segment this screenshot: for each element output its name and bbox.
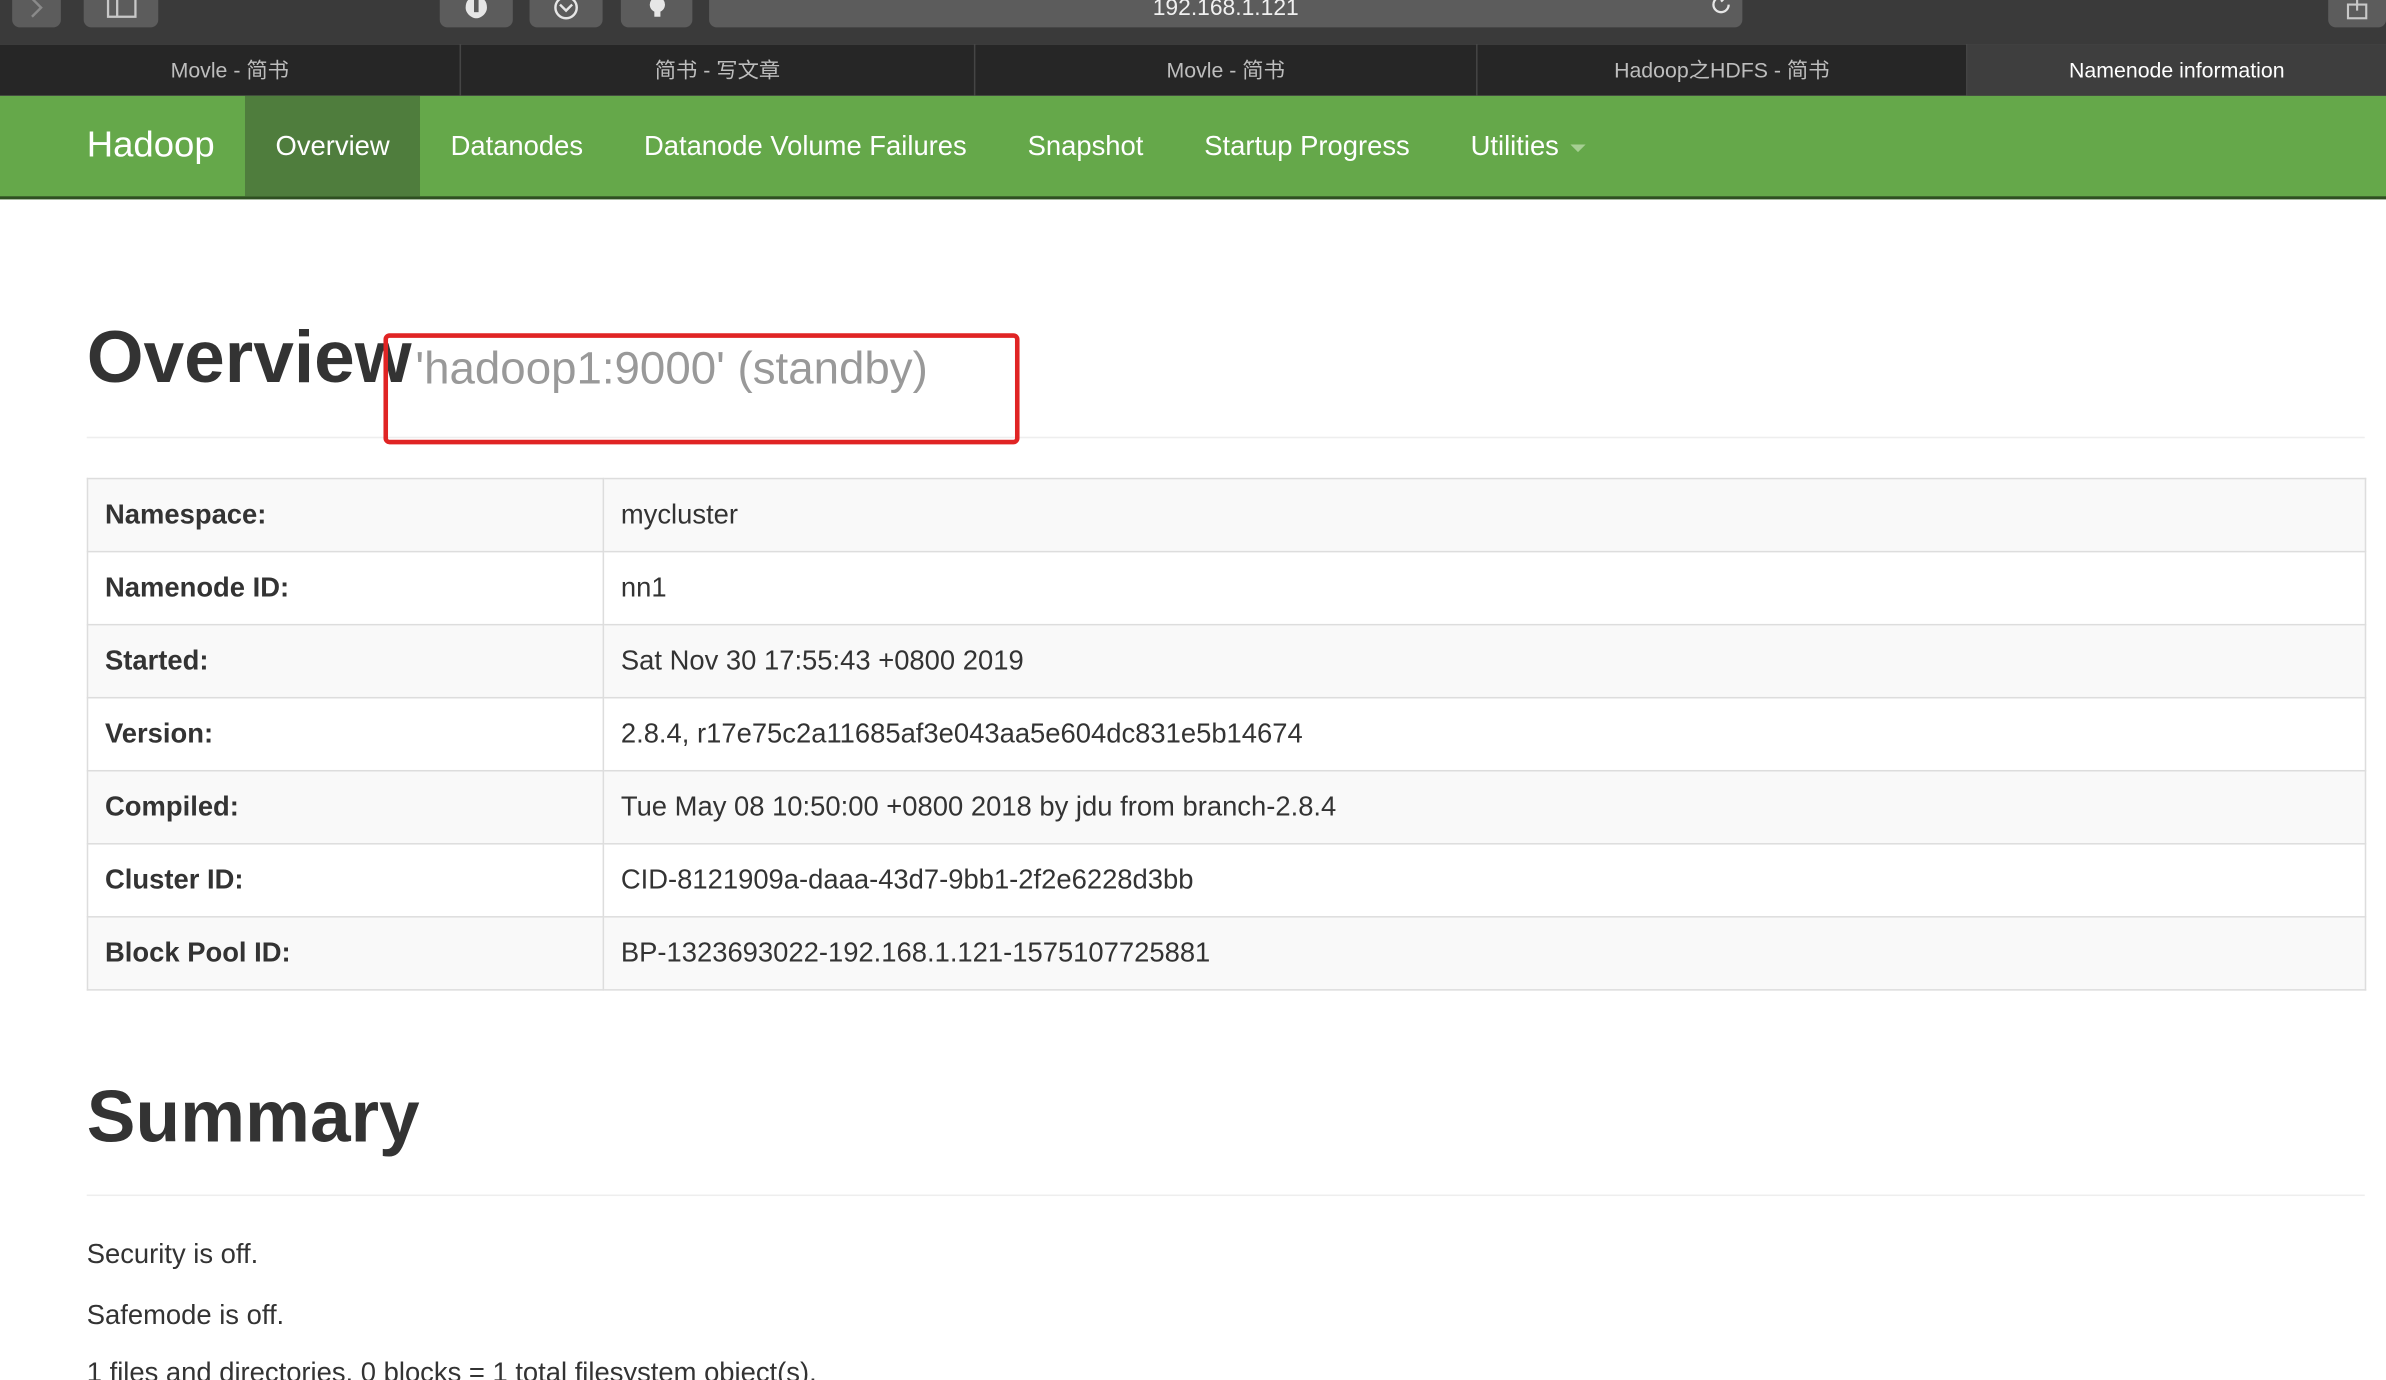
- tab-label: 简书 - 写文章: [654, 57, 781, 83]
- browser-tab-active[interactable]: Namenode information: [1967, 44, 2386, 96]
- row-key: Block Pool ID:: [86, 916, 605, 991]
- sidebar-icon: [106, 0, 136, 18]
- browser-tab[interactable]: 简书 - 写文章: [461, 44, 976, 96]
- table-row: Started: Sat Nov 30 17:55:43 +0800 2019: [86, 623, 2367, 699]
- filesystem-objects-summary: 1 files and directories, 0 blocks = 1 to…: [86, 1357, 817, 1380]
- share-button[interactable]: [2328, 0, 2386, 28]
- lightbulb-button[interactable]: [620, 0, 693, 28]
- browser-toolbar: 192.168.1.121: [0, 0, 2386, 45]
- overview-header: Overview 'hadoop1:9000' (standby): [86, 199, 2365, 445]
- security-status: Security is off.: [86, 1238, 259, 1270]
- row-value: Tue May 08 10:50:00 +0800 2018 by jdu fr…: [602, 769, 2367, 845]
- table-row: Namespace: mycluster: [86, 477, 2367, 553]
- lightbulb-icon: [649, 0, 665, 17]
- row-value: BP-1323693022-192.168.1.121-157510772588…: [602, 916, 2367, 991]
- shield-icon: [465, 0, 487, 19]
- browser-tab[interactable]: Movle - 简书: [0, 44, 462, 96]
- pocket-icon: [554, 0, 578, 20]
- row-value: CID-8121909a-daaa-43d7-9bb1-2f2e6228d3bb: [602, 843, 2367, 918]
- browser-tabs: Movle - 简书 简书 - 写文章 Movle - 简书 Hadoop之HD…: [0, 44, 2386, 96]
- tab-label: Namenode information: [2069, 57, 2285, 83]
- row-value: Sat Nov 30 17:55:43 +0800 2019: [602, 623, 2367, 699]
- forward-button[interactable]: [12, 0, 61, 28]
- nav-datanode-volume-failures[interactable]: Datanode Volume Failures: [614, 96, 998, 196]
- browser-tab[interactable]: Movle - 简书: [975, 44, 1478, 96]
- row-value: 2.8.4, r17e75c2a11685af3e043aa5e604dc831…: [602, 696, 2367, 772]
- reload-icon[interactable]: [1709, 0, 1733, 17]
- table-row: Namenode ID: nn1: [86, 550, 2367, 626]
- brand-link[interactable]: Hadoop: [0, 96, 245, 196]
- row-key: Namenode ID:: [86, 550, 605, 626]
- safemode-status: Safemode is off.: [86, 1299, 285, 1330]
- summary-title: Summary: [86, 1077, 420, 1159]
- table-row: Version: 2.8.4, r17e75c2a11685af3e043aa5e…: [86, 696, 2367, 772]
- address-text: 192.168.1.121: [1152, 0, 1299, 22]
- tab-label: Movle - 简书: [1166, 57, 1285, 83]
- row-key: Version:: [86, 696, 605, 772]
- browser-tab[interactable]: Hadoop之HDFS - 简书: [1478, 44, 1968, 96]
- hadoop-navbar: Hadoop Overview Datanodes Datanode Volum…: [0, 95, 2386, 200]
- chevron-right-icon: [31, 0, 43, 18]
- extension-button[interactable]: [439, 0, 513, 28]
- highlight-annotation-box: [383, 333, 1020, 445]
- nav-datanodes[interactable]: Datanodes: [420, 96, 613, 196]
- share-icon: [2346, 0, 2368, 20]
- tab-label: Movle - 简书: [170, 57, 289, 83]
- nav-overview[interactable]: Overview: [245, 95, 421, 197]
- row-key: Namespace:: [86, 477, 605, 553]
- overview-title: Overview: [86, 318, 412, 399]
- table-row: Block Pool ID: BP-1323693022-192.168.1.12…: [86, 916, 2367, 991]
- row-value: nn1: [602, 550, 2367, 626]
- row-value: mycluster: [602, 477, 2367, 553]
- row-key: Cluster ID:: [86, 843, 605, 918]
- nav-utilities-dropdown[interactable]: Utilities: [1440, 96, 1617, 196]
- main-content: Overview 'hadoop1:9000' (standby) Namesp…: [86, 199, 2367, 1380]
- nav-startup-progress[interactable]: Startup Progress: [1174, 96, 1440, 196]
- divider: [86, 1194, 2365, 1197]
- overview-table: Namespace: mycluster Namenode ID: nn1 Star…: [86, 477, 2367, 991]
- row-key: Compiled:: [86, 769, 605, 845]
- row-key: Started:: [86, 623, 605, 699]
- address-bar[interactable]: 192.168.1.121: [709, 0, 1743, 28]
- page: 192.168.1.121 Movle - 简书 简书 - 写文章 Movle …: [0, 0, 2386, 1380]
- nav-utilities-label: Utilities: [1470, 130, 1559, 161]
- nav-snapshot[interactable]: Snapshot: [997, 96, 1174, 196]
- tab-label: Hadoop之HDFS - 简书: [1614, 57, 1830, 83]
- table-row: Cluster ID: CID-8121909a-daaa-43d7-9bb1-2…: [86, 843, 2367, 918]
- caret-down-icon: [1571, 143, 1587, 152]
- pocket-button[interactable]: [529, 0, 603, 28]
- table-row: Compiled: Tue May 08 10:50:00 +0800 2018 …: [86, 769, 2367, 845]
- sidebar-button[interactable]: [83, 0, 159, 28]
